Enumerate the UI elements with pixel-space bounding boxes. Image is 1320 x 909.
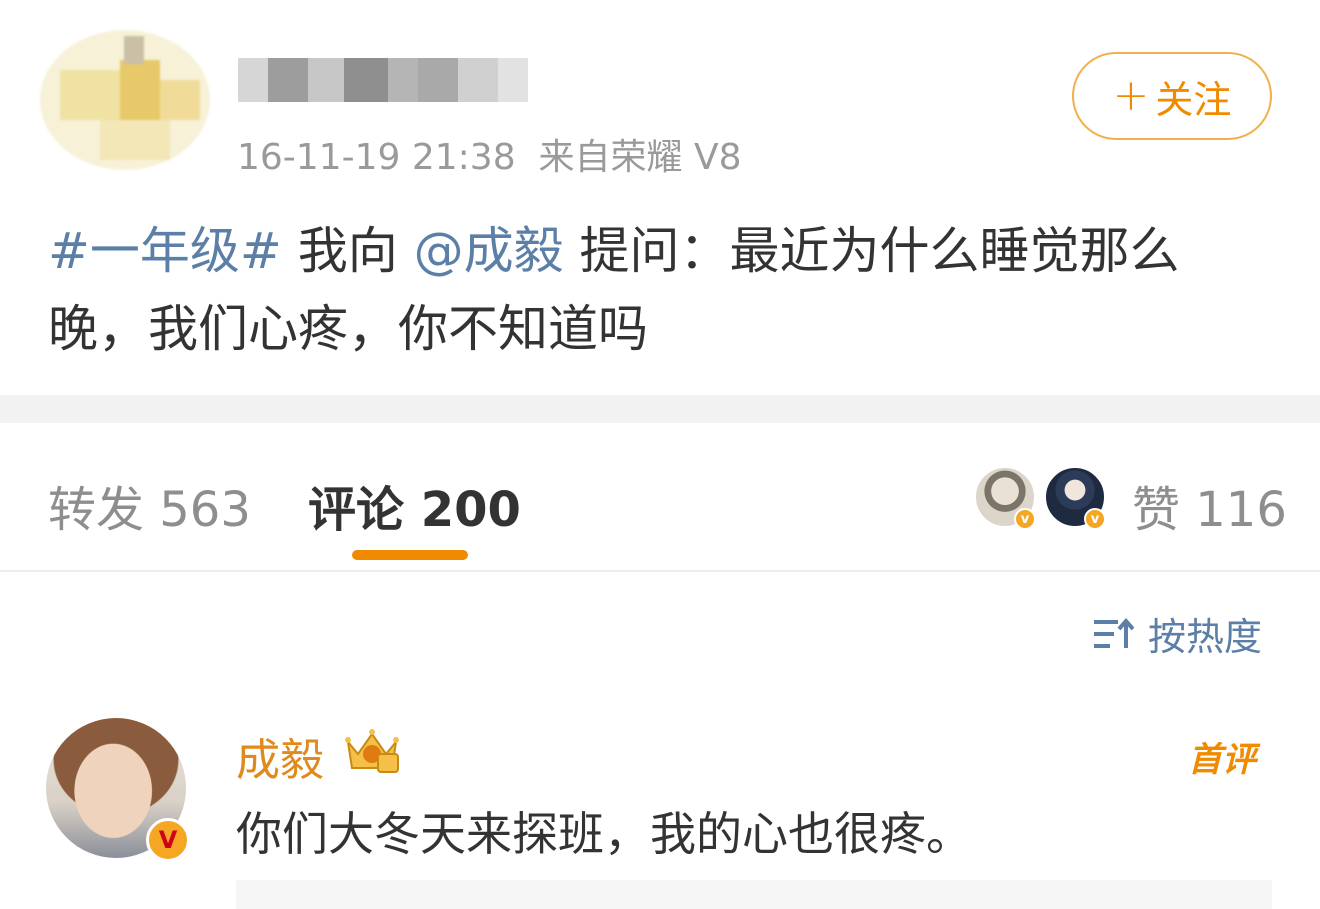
first-comment-tag: 首评 xyxy=(1188,740,1256,780)
follow-label: 关注 xyxy=(1155,77,1232,122)
tab-like[interactable]: 赞 116 xyxy=(1132,470,1287,540)
mention-link[interactable]: @成毅 xyxy=(414,222,564,280)
sort-label: 按热度 xyxy=(1148,615,1263,659)
tab-repost[interactable]: 转发 563 xyxy=(48,470,251,540)
plus-icon: + xyxy=(1112,70,1150,121)
post-text-mid: 我向 xyxy=(281,222,414,280)
post-time: 16-11-19 21:38 xyxy=(237,137,516,178)
follow-button[interactable]: + 关注 xyxy=(1072,52,1272,140)
reply-preview-box[interactable] xyxy=(236,880,1272,909)
sort-lines-icon xyxy=(1094,617,1134,648)
post-body: #一年级# 我向 @成毅 提问：最近为什么睡觉那么晚，我们心疼，你不知道吗 xyxy=(48,212,1278,368)
poster-username-blurred[interactable] xyxy=(238,58,528,102)
section-divider xyxy=(0,395,1320,423)
verified-v-icon: v xyxy=(1084,508,1106,530)
post-source-label: 来自 xyxy=(538,137,611,178)
verified-v-icon: v xyxy=(1014,508,1036,530)
comment-author[interactable]: 成毅 xyxy=(236,724,324,788)
crown-badge-icon[interactable] xyxy=(342,724,402,776)
topic-link[interactable]: #一年级# xyxy=(48,222,282,280)
post-meta: 16-11-19 21:38 来自荣耀 V8 xyxy=(237,128,742,180)
post-device: 荣耀 V8 xyxy=(610,137,742,178)
comment-text: 你们大冬天来探班，我的心也很疼。 xyxy=(236,807,972,861)
sort-toggle[interactable]: 按热度 xyxy=(1092,606,1262,661)
active-tab-indicator xyxy=(352,550,468,560)
verified-v-icon: V xyxy=(146,818,190,862)
tab-divider xyxy=(0,570,1320,572)
poster-avatar-blurred[interactable] xyxy=(40,30,210,170)
tab-comment[interactable]: 评论 200 xyxy=(308,470,521,540)
